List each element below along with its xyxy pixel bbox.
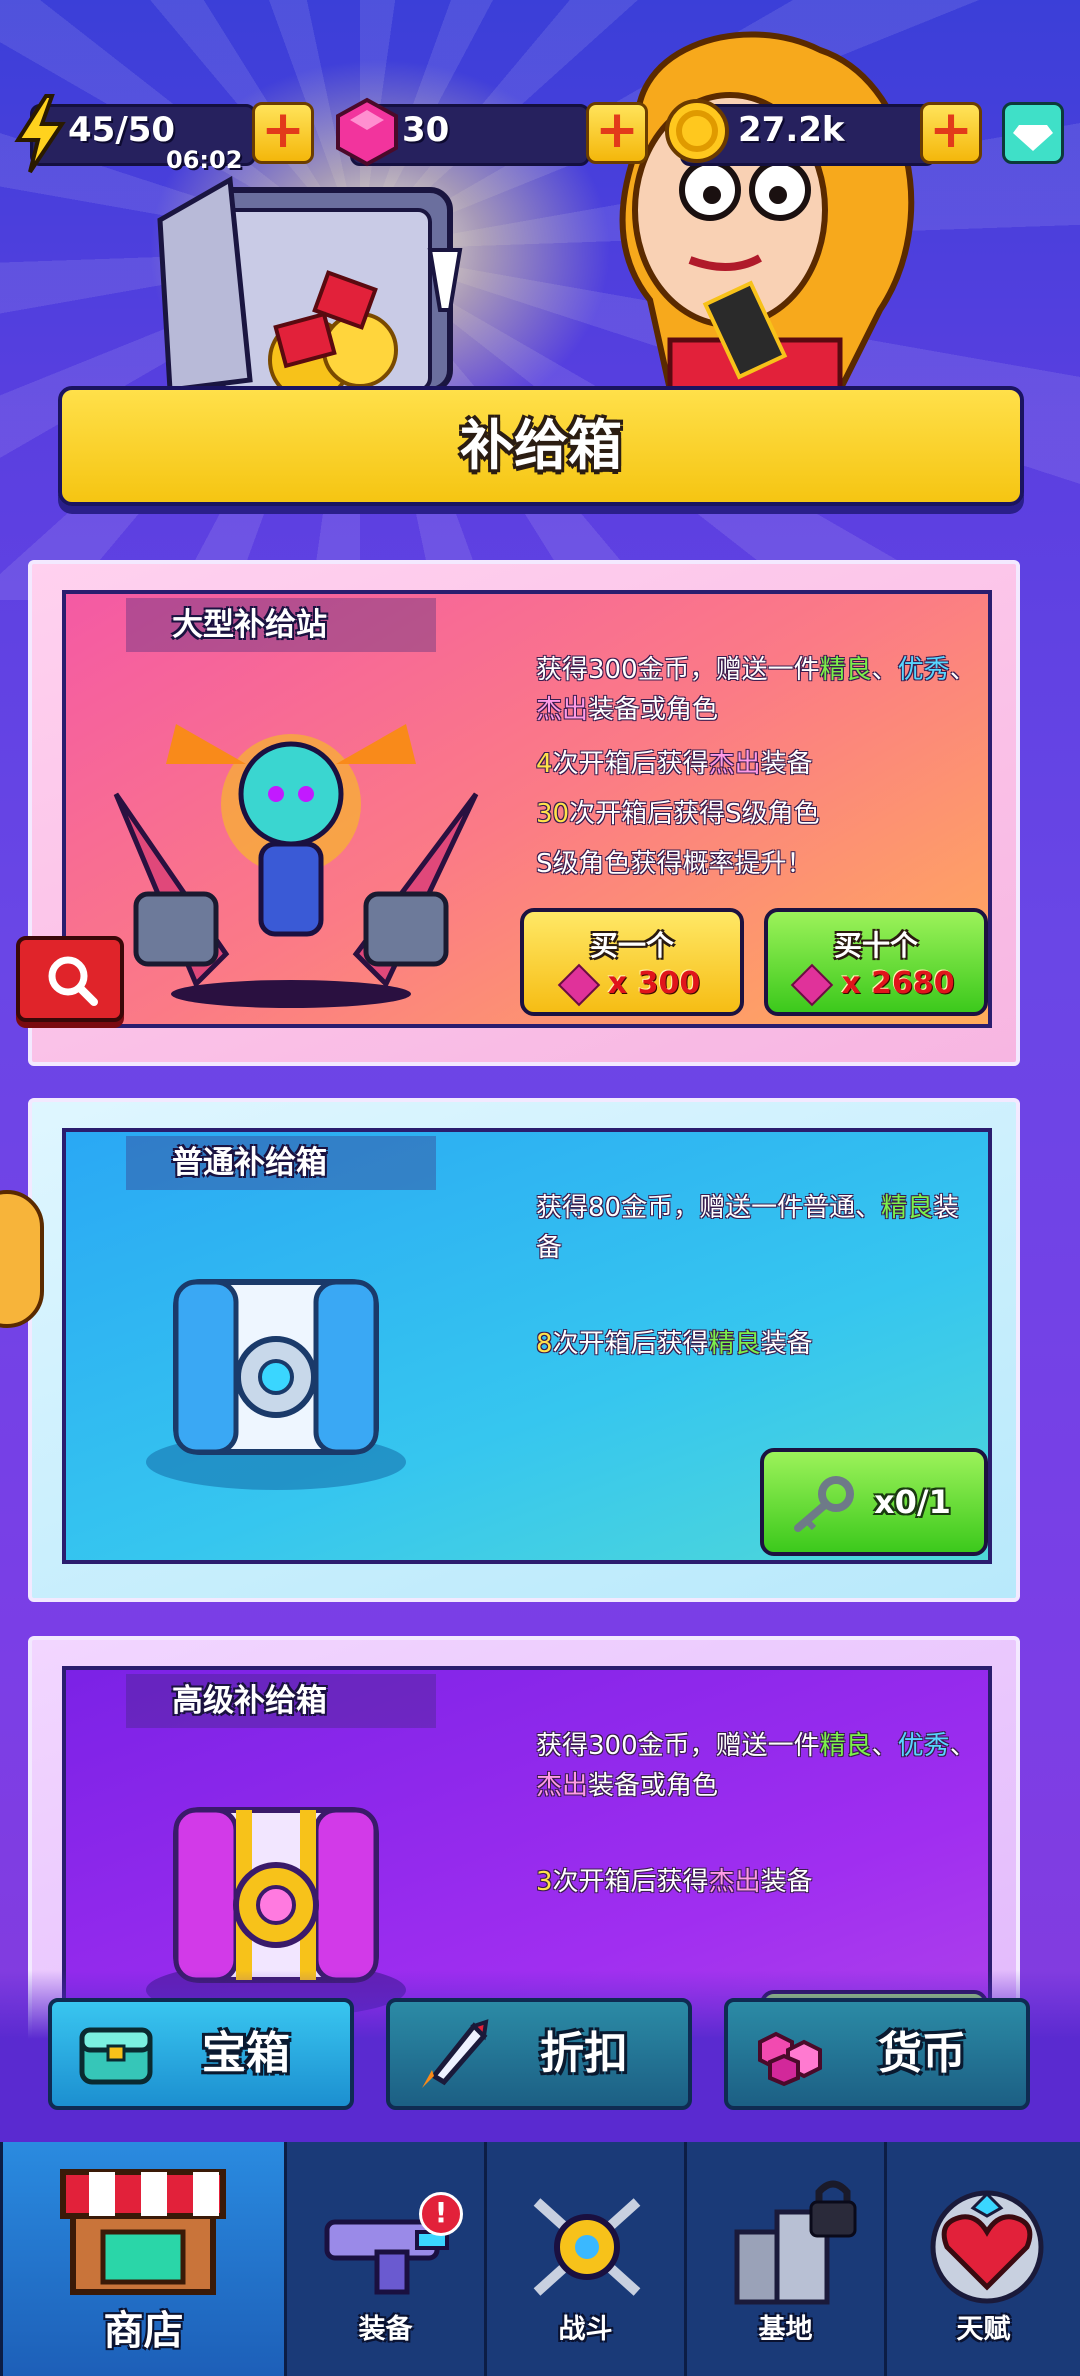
card-description: 获得80金币，赠送一件普通、精良装 备 8次开箱后获得精良装备: [536, 1193, 960, 1359]
magnifier-icon: [48, 956, 98, 1006]
card-panel: 普通补给箱 获得80金币，赠送一件普通、精良装 备 8次开箱后获得精良装备 x0…: [62, 1128, 992, 1564]
tab-currency[interactable]: 货币: [724, 1998, 1030, 2110]
battle-icon: [533, 2198, 641, 2296]
gem-icon: [557, 963, 600, 1006]
nav-shop[interactable]: 商店: [0, 2142, 284, 2376]
key-count: x0/1: [874, 1483, 951, 1521]
lightning-icon: [14, 94, 66, 174]
shop-icon: [60, 2169, 226, 2295]
vip-hostess-illustration: [619, 31, 915, 390]
gem-icon: [791, 963, 834, 1006]
nav-label: 商店: [103, 2308, 184, 2354]
buy-ten-button[interactable]: 买十个 x 2680: [764, 908, 988, 1016]
nav-label: 基地: [758, 2314, 813, 2345]
energy-value: 45/50: [68, 110, 176, 150]
large-supply-station-card: 大型补给站 获得300金币，赠送一件精良、优秀、 杰出装备或角色 4次开箱后获得…: [28, 560, 1020, 1066]
add-energy-button[interactable]: +: [252, 102, 314, 164]
lock-icon: [809, 2180, 857, 2238]
card-description: 获得300金币，赠送一件精良、优秀、 杰出装备或角色 3次开箱后获得杰出装备: [536, 1731, 976, 1897]
nav-label: 天赋: [956, 2314, 1011, 2345]
treasure-safe-illustration: [157, 175, 463, 390]
rocket-icon: [422, 2019, 489, 2088]
notification-badge: !: [419, 2192, 463, 2236]
s-rank-hero-illustration: [113, 724, 479, 1008]
gems-icon: [758, 2031, 822, 2087]
page-title: 补给箱: [58, 386, 1024, 506]
gem-value: 30: [402, 110, 450, 150]
card-title: 普通补给箱: [126, 1136, 436, 1190]
coin-value: 27.2k: [738, 110, 845, 150]
nav-battle[interactable]: 战斗: [484, 2142, 684, 2376]
add-gems-button[interactable]: +: [586, 102, 648, 164]
nav-base[interactable]: 基地: [684, 2142, 884, 2376]
common-chest-illustration: [146, 1279, 406, 1490]
key-icon: [794, 1476, 854, 1532]
nav-talent[interactable]: 天赋: [884, 2142, 1080, 2376]
card-title: 大型补给站: [126, 598, 436, 652]
add-coins-button[interactable]: +: [920, 102, 982, 164]
buy-one-button[interactable]: 买一个 x 300: [520, 908, 744, 1016]
card-title: 高级补给箱: [126, 1674, 436, 1728]
shop-diamond-button[interactable]: [1002, 102, 1064, 164]
preview-button[interactable]: [16, 936, 124, 1022]
nav-label: 装备: [358, 2314, 413, 2345]
chest-icon: [79, 2027, 153, 2085]
diamond-icon: [1013, 125, 1053, 151]
talent-heart-icon: [930, 2190, 1044, 2304]
tab-label: 宝箱: [202, 2028, 290, 2079]
nav-label: 战斗: [558, 2314, 613, 2345]
energy-timer: 06:02: [166, 146, 243, 174]
card-panel: 大型补给站 获得300金币，赠送一件精良、优秀、 杰出装备或角色 4次开箱后获得…: [62, 590, 992, 1028]
nav-equipment[interactable]: ! 装备: [284, 2142, 484, 2376]
tab-label: 货币: [878, 2028, 966, 2079]
open-with-key-button[interactable]: x0/1: [760, 1448, 988, 1556]
side-event-tab[interactable]: [0, 1190, 44, 1328]
coin-icon: [665, 99, 729, 163]
card-description: 获得300金币，赠送一件精良、优秀、 杰出装备或角色 4次开箱后获得杰出装备 3…: [536, 655, 976, 879]
common-supply-box-card: 普通补给箱 获得80金币，赠送一件普通、精良装 备 8次开箱后获得精良装备 x0…: [28, 1098, 1020, 1602]
tab-label: 折扣: [540, 2028, 628, 2079]
gem-icon: [336, 97, 398, 167]
tab-discount[interactable]: 折扣: [386, 1998, 692, 2110]
tab-chests[interactable]: 宝箱: [48, 1998, 354, 2110]
